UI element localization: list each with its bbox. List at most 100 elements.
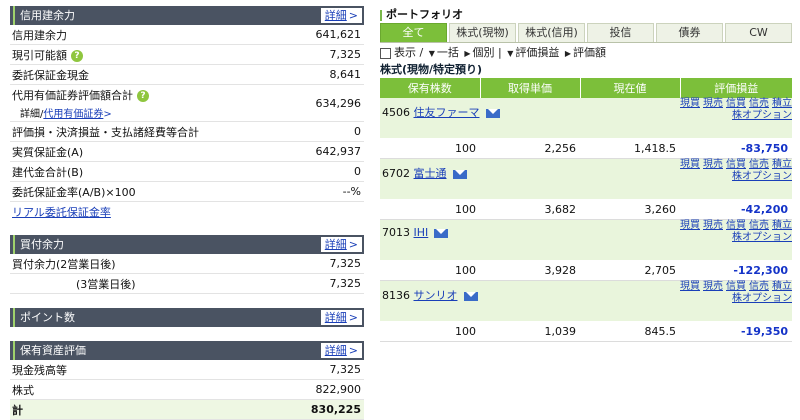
action-link[interactable]: 現買 [680, 159, 700, 170]
row-value: 641,621 [315, 28, 362, 41]
help-icon[interactable]: ? [137, 89, 149, 102]
holding-value-row: 100 3,928 2,705 -122,300 [380, 260, 792, 281]
triangle-right-icon: ▶ [564, 49, 572, 58]
action-link[interactable]: 現買 [680, 281, 700, 292]
action-link[interactable]: 現売 [703, 220, 723, 231]
holding-qty: 100 [380, 321, 480, 342]
assets-row-total: 計 830,225 [10, 400, 364, 420]
points-panel-title: ポイント数 [13, 308, 75, 327]
margin-row-cash: 委託保証金現金 8,641 [10, 65, 364, 85]
holding-cost: 2,256 [480, 138, 580, 159]
holdings-table: 保有株数 取得単価 現在値 評価損益 4506 住友ファーマ 現買 現売 信買 信売 積立… [380, 78, 792, 342]
points-detail-link[interactable]: 詳細 > [320, 310, 362, 325]
action-link[interactable]: 現買 [680, 98, 700, 109]
row-sub: 詳細/代用有価証券> [20, 105, 149, 120]
realtime-margin-rate-link[interactable]: リアル委託保証金率 [12, 204, 111, 220]
stock-option-link[interactable]: 株オプション [732, 232, 792, 243]
holding-price: 845.5 [580, 321, 680, 342]
action-link[interactable]: 信売 [749, 159, 769, 170]
margin-row-actual-margin: 実質保証金(A) 642,937 [10, 142, 364, 162]
toolbar-pl[interactable]: 評価損益 [515, 46, 559, 59]
holding-qty: 100 [380, 199, 480, 220]
assets-row-cash: 現金残高等 7,325 [10, 360, 364, 380]
row-value: --% [342, 185, 361, 198]
stock-option-link[interactable]: 株オプション [732, 171, 792, 182]
action-link[interactable]: 積立 [772, 281, 792, 292]
holding-pl: -42,200 [680, 199, 792, 220]
margin-panel-header: 信用建余力 詳細 > [10, 6, 364, 25]
tab-stock-cash[interactable]: 株式(現物) [449, 23, 516, 42]
action-link[interactable]: 現買 [680, 220, 700, 231]
margin-detail-link[interactable]: 詳細 > [320, 8, 362, 23]
mail-icon[interactable] [463, 291, 478, 301]
tab-funds[interactable]: 投信 [587, 23, 654, 42]
holding-pl: -122,300 [680, 260, 792, 281]
action-link[interactable]: 積立 [772, 159, 792, 170]
holding-name-link[interactable]: 富士通 [414, 167, 447, 180]
holding-actions: 現買 現売 信買 信売 積立 株オプション [580, 158, 792, 199]
stock-option-link[interactable]: 株オプション [732, 110, 792, 121]
assets-detail-link[interactable]: 詳細 > [320, 343, 362, 358]
action-link[interactable]: 現売 [703, 159, 723, 170]
action-link[interactable]: 積立 [772, 98, 792, 109]
mail-icon[interactable] [452, 169, 467, 179]
holding-name-cell: 8136 サンリオ [380, 280, 580, 321]
portfolio-tabs: 全て 株式(現物) 株式(信用) 投信 債券 CW [380, 23, 792, 43]
tab-cw[interactable]: CW [725, 23, 792, 42]
action-link[interactable]: 現売 [703, 281, 723, 292]
action-links-line: 現買 現売 信買 信売 積立 [580, 98, 792, 110]
row-label: 信用建余力 [12, 28, 67, 42]
help-icon[interactable]: ? [71, 49, 83, 62]
holding-name-link[interactable]: サンリオ [414, 289, 458, 302]
holding-name-cell: 6702 富士通 [380, 158, 580, 199]
action-link[interactable]: 信売 [749, 281, 769, 292]
action-link[interactable]: 信買 [726, 220, 746, 231]
mail-icon[interactable] [434, 228, 449, 238]
row-value: 7,325 [329, 257, 362, 270]
tab-all[interactable]: 全て [380, 23, 447, 42]
holdings-header-row: 保有株数 取得単価 現在値 評価損益 [380, 78, 792, 98]
action-link[interactable]: 信売 [749, 220, 769, 231]
action-link[interactable]: 積立 [772, 220, 792, 231]
action-link[interactable]: 信買 [726, 98, 746, 109]
action-link[interactable]: 信売 [749, 98, 769, 109]
holding-qty: 100 [380, 138, 480, 159]
holding-pl: -83,750 [680, 138, 792, 159]
tab-stock-margin[interactable]: 株式(信用) [518, 23, 585, 42]
toolbar-individual[interactable]: 個別 [473, 46, 495, 59]
tab-bonds[interactable]: 債券 [656, 23, 723, 42]
row-label: 建代金合計(B) [12, 165, 84, 179]
assets-row-stocks: 株式 822,900 [10, 380, 364, 400]
action-link[interactable]: 信買 [726, 281, 746, 292]
triangle-down-icon: ▼ [428, 49, 435, 58]
toolbar-bulk[interactable]: 一括 [437, 46, 459, 59]
col-pl: 評価損益 [680, 78, 792, 98]
assets-panel: 保有資産評価 詳細 > 現金残高等 7,325 株式 822,900 計 830,… [10, 341, 364, 420]
stock-option-link[interactable]: 株オプション [732, 293, 792, 304]
chevron-right-icon: > [348, 238, 358, 251]
holding-name-row: 4506 住友ファーマ 現買 現売 信買 信売 積立 株オプション [380, 98, 792, 138]
buying-detail-link[interactable]: 詳細 > [320, 237, 362, 252]
action-link[interactable]: 現売 [703, 98, 723, 109]
holding-code: 8136 [382, 289, 410, 302]
triangle-right-icon: ▶ [464, 49, 471, 58]
collateral-link[interactable]: 代用有価証券 [43, 109, 103, 120]
holding-qty: 100 [380, 260, 480, 281]
assets-detail-label: 詳細 [324, 344, 347, 357]
option-line: 株オプション [580, 110, 792, 122]
holding-cost: 3,682 [480, 199, 580, 220]
col-cost: 取得単価 [480, 78, 581, 98]
mail-icon[interactable] [485, 108, 500, 118]
margin-row-margin-rate: 委託保証金率(A/B)×100 --% [10, 182, 364, 202]
margin-row-withdrawable: 現引可能額? 7,325 [10, 45, 364, 65]
holding-actions: 現買 現売 信買 信売 積立 株オプション [580, 98, 792, 138]
action-link[interactable]: 信買 [726, 159, 746, 170]
holding-price: 1,418.5 [580, 138, 680, 159]
margin-row-realtime: リアル委託保証金率 [10, 202, 364, 221]
option-line: 株オプション [580, 232, 792, 244]
holding-name-link[interactable]: IHI [414, 226, 429, 239]
action-links-line: 現買 現売 信買 信売 積立 [580, 220, 792, 232]
toolbar-amount[interactable]: 評価額 [573, 46, 606, 59]
holding-name-link[interactable]: 住友ファーマ [414, 106, 480, 119]
row-label-main: 代用有価証券評価額合計? [12, 87, 149, 103]
